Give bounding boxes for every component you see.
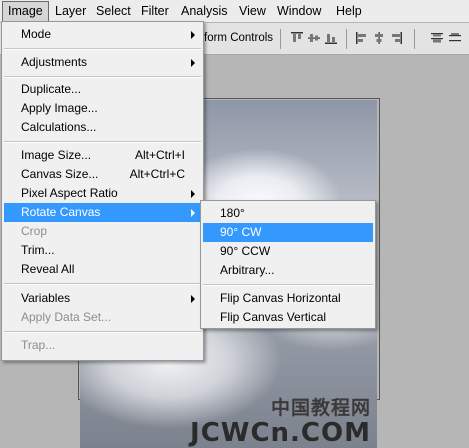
menu-divider (4, 141, 201, 143)
menu-item-variables[interactable]: Variables (4, 289, 201, 308)
align-bottom-edges-icon[interactable] (324, 31, 338, 45)
menu-divider (4, 283, 201, 285)
menu-item-pixel-aspect-ratio[interactable]: Pixel Aspect Ratio (4, 184, 201, 203)
options-separator (346, 29, 347, 49)
menu-item-label: Mode (21, 27, 52, 41)
distribute-vertical-centers-icon[interactable] (448, 31, 462, 45)
menu-item-label: 180° (220, 206, 245, 220)
menu-item-flip-vertical[interactable]: Flip Canvas Vertical (203, 308, 373, 327)
menu-item-apply-data-set: Apply Data Set... (4, 308, 201, 327)
menu-item-label: Pixel Aspect Ratio (21, 186, 118, 200)
menu-item-apply-image[interactable]: Apply Image... (4, 99, 201, 118)
align-left-edges-icon[interactable] (355, 31, 369, 45)
menu-divider (4, 331, 201, 333)
menu-window[interactable]: Window (272, 0, 326, 22)
menu-item-label: Image Size... (21, 148, 92, 162)
menu-item-shortcut: Alt+Ctrl+C (129, 167, 185, 181)
menu-item-label: Reveal All (21, 262, 75, 276)
align-top-edges-icon[interactable] (290, 31, 304, 45)
menu-item-trim[interactable]: Trim... (4, 241, 201, 260)
image-menu: Mode Adjustments Duplicate... Apply Imag… (1, 21, 204, 361)
menu-view[interactable]: View (234, 0, 271, 22)
menu-item-mode[interactable]: Mode (4, 25, 201, 44)
align-vertical-centers-icon[interactable] (307, 31, 321, 45)
menu-item-rotate-90-ccw[interactable]: 90° CCW (203, 242, 373, 261)
menu-item-adjustments[interactable]: Adjustments (4, 53, 201, 72)
menu-item-rotate-canvas[interactable]: Rotate Canvas (4, 203, 201, 222)
menu-image[interactable]: Image (2, 1, 49, 22)
menu-item-crop: Crop (4, 222, 201, 241)
menu-divider (4, 48, 201, 50)
align-horizontal-centers-icon[interactable] (372, 31, 386, 45)
menu-item-rotate-arbitrary[interactable]: Arbitrary... (203, 261, 373, 280)
menu-item-label: Crop (21, 224, 48, 238)
menu-item-label: Flip Canvas Vertical (220, 310, 327, 324)
menu-item-label: Arbitrary... (220, 263, 275, 277)
menu-item-calculations[interactable]: Calculations... (4, 118, 201, 137)
menu-item-trap: Trap... (4, 336, 201, 355)
watermark-en: JCWCn.COM (190, 418, 371, 448)
menu-item-label: 90° CW (220, 225, 262, 239)
menu-bar: Image Layer Select Filter Analysis View … (0, 0, 469, 23)
menu-item-label: Rotate Canvas (21, 205, 101, 219)
menu-item-canvas-size[interactable]: Canvas Size... Alt+Ctrl+C (4, 165, 201, 184)
menu-item-label: Apply Data Set... (21, 310, 112, 324)
menu-item-label: 90° CCW (220, 244, 271, 258)
menu-divider (4, 76, 201, 78)
distribute-top-edges-icon[interactable] (430, 31, 444, 45)
menu-item-label: Trim... (21, 243, 55, 257)
menu-layer[interactable]: Layer (50, 0, 91, 22)
menu-item-image-size[interactable]: Image Size... Alt+Ctrl+I (4, 146, 201, 165)
rotate-canvas-submenu: 180° 90° CW 90° CCW Arbitrary... Flip Ca… (200, 200, 376, 329)
menu-item-flip-horizontal[interactable]: Flip Canvas Horizontal (203, 289, 373, 308)
submenu-arrow-icon (191, 295, 195, 303)
menu-item-rotate-180[interactable]: 180° (203, 204, 373, 223)
menu-item-label: Calculations... (21, 120, 97, 134)
options-separator (414, 29, 415, 49)
menu-item-label: Variables (21, 291, 71, 305)
menu-filter[interactable]: Filter (136, 0, 174, 22)
menu-help[interactable]: Help (331, 0, 367, 22)
options-separator (280, 29, 281, 49)
menu-item-duplicate[interactable]: Duplicate... (4, 80, 201, 99)
watermark-cn: 中国教程网 (270, 397, 371, 419)
align-right-edges-icon[interactable] (389, 31, 403, 45)
menu-item-label: Adjustments (21, 55, 88, 69)
menu-item-label: Apply Image... (21, 101, 98, 115)
submenu-arrow-icon (191, 31, 195, 39)
menu-select[interactable]: Select (91, 0, 136, 22)
submenu-arrow-icon (191, 59, 195, 67)
menu-item-label: Flip Canvas Horizontal (220, 291, 341, 305)
menu-analysis[interactable]: Analysis (176, 0, 233, 22)
watermark: 中国教程网 JCWCn.COM (190, 393, 371, 446)
menu-item-label: Canvas Size... (21, 167, 99, 181)
submenu-arrow-icon (191, 209, 195, 217)
menu-divider (203, 284, 373, 286)
submenu-arrow-icon (191, 190, 195, 198)
transform-controls-label: form Controls (204, 32, 274, 44)
menu-item-shortcut: Alt+Ctrl+I (134, 148, 185, 162)
menu-item-rotate-90-cw[interactable]: 90° CW (203, 223, 373, 242)
menu-item-reveal-all[interactable]: Reveal All (4, 260, 201, 279)
menu-item-label: Duplicate... (21, 82, 82, 96)
menu-item-label: Trap... (21, 338, 56, 352)
